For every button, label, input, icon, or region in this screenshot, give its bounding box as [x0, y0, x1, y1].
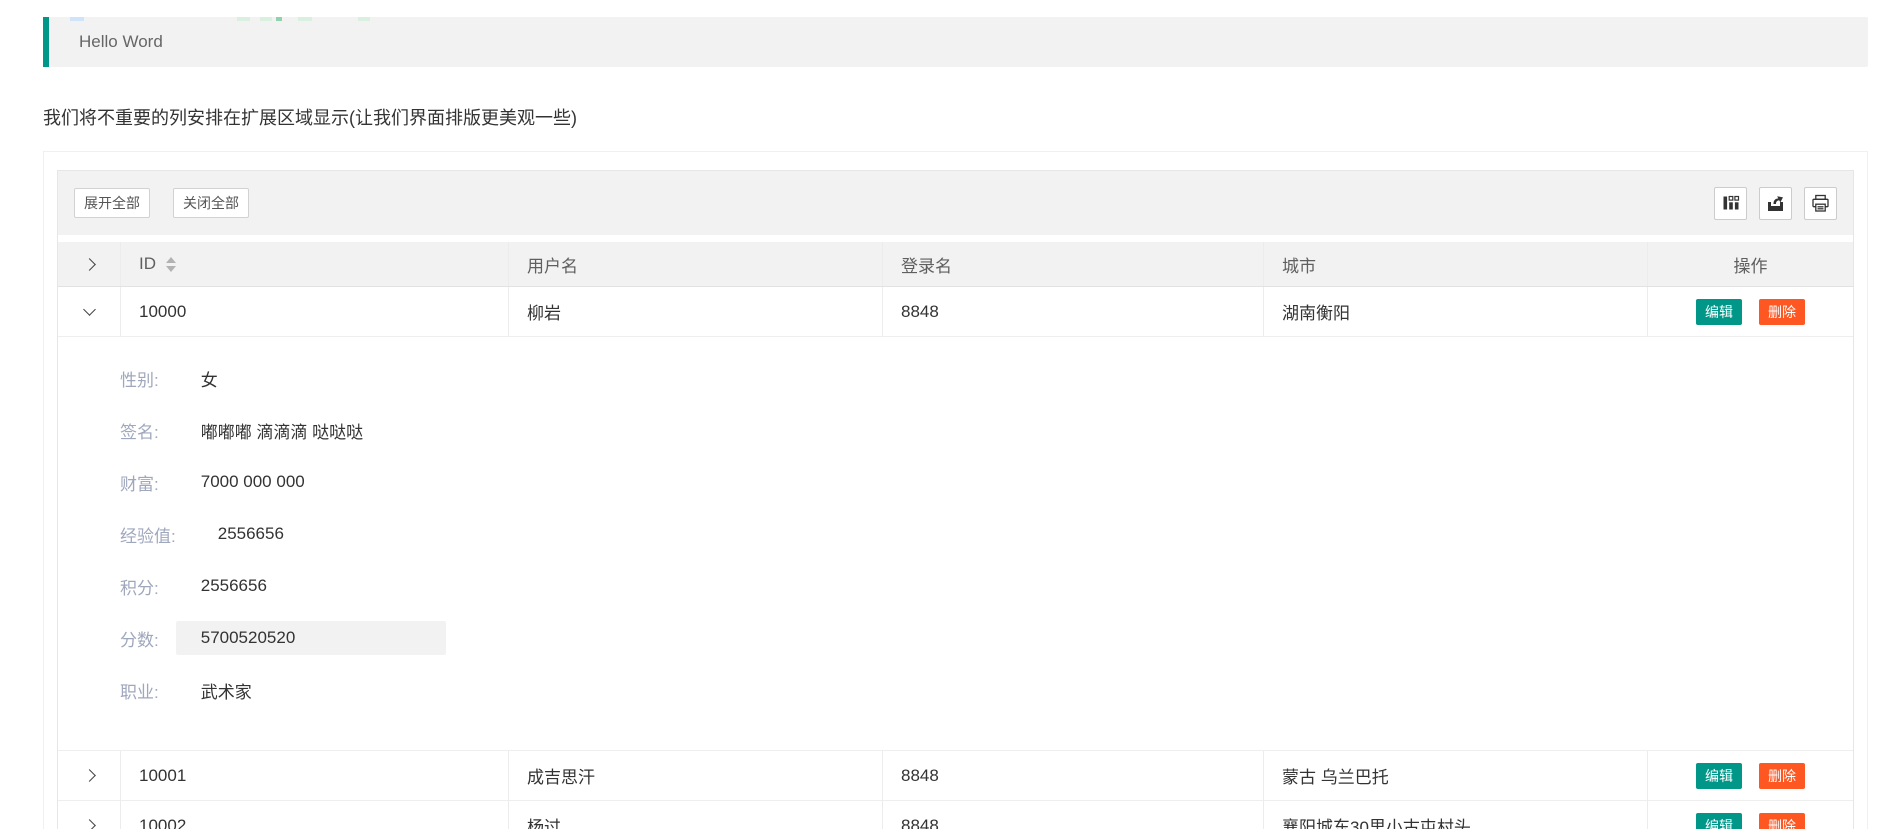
chevron-right-icon: [83, 258, 96, 271]
cell-username: 柳岩: [509, 287, 883, 336]
row-expand-toggle[interactable]: [58, 751, 121, 800]
sort-icon[interactable]: [166, 257, 176, 272]
row-collapse-toggle[interactable]: [58, 287, 121, 336]
detail-label: 分数:: [120, 626, 159, 651]
header-username: 用户名: [509, 242, 883, 286]
delete-button[interactable]: 删除: [1759, 813, 1805, 829]
toolbar-right-icons: [1714, 187, 1837, 220]
edit-button[interactable]: 编辑: [1696, 813, 1742, 829]
cell-actions: 编辑 删除: [1648, 801, 1853, 829]
header-login: 登录名: [883, 242, 1264, 286]
cutoff-fragment: [260, 17, 272, 21]
header-city: 城市: [1264, 242, 1648, 286]
table-view: 展开全部 关闭全部: [57, 170, 1854, 829]
detail-row: 财富: 7000 000 000: [120, 456, 1853, 508]
detail-row: 积分: 2556656: [120, 560, 1853, 612]
table-row: 10002 杨过 8848 襄阳城东30里小古屯村头 编辑 删除: [58, 801, 1853, 829]
cutoff-fragment: [358, 17, 370, 21]
collapse-all-button[interactable]: 关闭全部: [173, 188, 249, 218]
detail-value: 7000 000 000: [201, 472, 305, 492]
header-id[interactable]: ID: [121, 242, 509, 286]
cutoff-fragment: [237, 17, 250, 21]
detail-value: 2556656: [218, 524, 284, 544]
cell-username: 成吉思汗: [509, 751, 883, 800]
cell-id: 10001: [121, 751, 509, 800]
chevron-right-icon: [83, 769, 96, 782]
cell-actions: 编辑 删除: [1648, 751, 1853, 800]
cell-id: 10000: [121, 287, 509, 336]
cell-city: 蒙古 乌兰巴托: [1264, 751, 1648, 800]
table-header-row: ID 用户名 登录名 城市 操作: [58, 242, 1853, 287]
table-row: 10001 成吉思汗 8848 蒙古 乌兰巴托 编辑 删除: [58, 751, 1853, 801]
table-card: 展开全部 关闭全部: [43, 151, 1868, 829]
detail-row: 经验值: 2556656: [120, 508, 1853, 560]
cell-login: 8848: [883, 801, 1264, 829]
export-icon: [1766, 194, 1785, 213]
edit-button[interactable]: 编辑: [1696, 763, 1742, 789]
cutoff-fragment: [70, 17, 84, 21]
cell-city: 襄阳城东30里小古屯村头: [1264, 801, 1648, 829]
cell-login: 8848: [883, 287, 1264, 336]
cell-city: 湖南衡阳: [1264, 287, 1648, 336]
detail-row: 性别: 女: [120, 352, 1853, 404]
detail-label: 签名:: [120, 418, 159, 443]
detail-row: 分数: 5700520520: [120, 612, 1853, 664]
detail-row: 签名: 嘟嘟嘟 滴滴滴 哒哒哒: [120, 404, 1853, 456]
columns-filter-button[interactable]: [1714, 187, 1747, 220]
print-icon: [1811, 194, 1830, 213]
chevron-right-icon: [83, 819, 96, 829]
columns-filter-icon: [1722, 194, 1740, 212]
detail-value: 2556656: [201, 576, 267, 596]
detail-row: 职业: 武术家: [120, 664, 1853, 716]
page-description: 我们将不重要的列安排在扩展区域显示(让我们界面排版更美观一些): [43, 108, 1868, 129]
cell-login: 8848: [883, 751, 1264, 800]
cell-username: 杨过: [509, 801, 883, 829]
detail-label: 性别:: [120, 366, 159, 391]
row-expand-toggle[interactable]: [58, 801, 121, 829]
chevron-down-icon: [83, 303, 96, 316]
detail-label: 经验值:: [120, 522, 176, 547]
quote-text: Hello Word: [79, 32, 163, 52]
export-button[interactable]: [1759, 187, 1792, 220]
detail-value: 女: [201, 366, 218, 391]
cutoff-fragment: [298, 17, 312, 21]
detail-value: 武术家: [201, 678, 252, 703]
header-actions: 操作: [1648, 242, 1853, 286]
expand-all-button[interactable]: 展开全部: [74, 188, 150, 218]
quote-block: Hello Word: [43, 17, 1868, 67]
score-input[interactable]: 5700520520: [176, 621, 446, 655]
delete-button[interactable]: 删除: [1759, 299, 1805, 325]
detail-label: 职业:: [120, 678, 159, 703]
print-button[interactable]: [1804, 187, 1837, 220]
table-toolbar: 展开全部 关闭全部: [58, 171, 1853, 235]
edit-button[interactable]: 编辑: [1696, 299, 1742, 325]
cutoff-fragment: [276, 17, 282, 21]
row-expanded-detail: 性别: 女 签名: 嘟嘟嘟 滴滴滴 哒哒哒 财富: 7000 000 000 经…: [58, 337, 1853, 751]
page: Hello Word 我们将不重要的列安排在扩展区域显示(让我们界面排版更美观一…: [0, 17, 1888, 829]
detail-value: 嘟嘟嘟 滴滴滴 哒哒哒: [201, 418, 363, 443]
header-expand-cell: [58, 242, 121, 286]
table-row: 10000 柳岩 8848 湖南衡阳 编辑 删除: [58, 287, 1853, 337]
cell-id: 10002: [121, 801, 509, 829]
detail-label: 财富:: [120, 470, 159, 495]
cell-actions: 编辑 删除: [1648, 287, 1853, 336]
detail-label: 积分:: [120, 574, 159, 599]
delete-button[interactable]: 删除: [1759, 763, 1805, 789]
